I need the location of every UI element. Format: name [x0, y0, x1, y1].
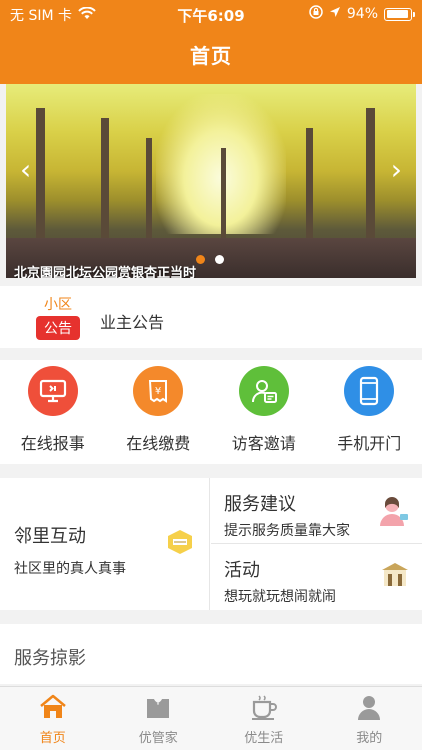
card-title: 活动: [224, 560, 260, 581]
feature-cards: 邻里互动 社区里的真人真事 服务建议 提示服务质量靠大家 活动 想玩就玩想闹就闹: [0, 478, 422, 610]
tab-home[interactable]: 首页: [0, 687, 106, 750]
quick-actions: 在线报事 ¥ 在线缴费 访客邀请 手机开门: [0, 360, 422, 464]
card-subtitle: 想玩就玩想闹就闹: [224, 589, 336, 605]
action-label: 手机开门: [337, 434, 402, 453]
action-phone-unlock[interactable]: 手机开门: [317, 360, 422, 464]
tree-trunk: [36, 108, 45, 258]
action-online-report[interactable]: 在线报事: [0, 360, 106, 464]
carousel-dot[interactable]: [196, 255, 205, 264]
tab-label: 优管家: [138, 731, 178, 746]
chat-bubble-icon: [164, 528, 196, 560]
phone-icon: [344, 366, 395, 416]
action-label: 访客邀请: [231, 434, 296, 453]
service-suggestion-card[interactable]: 服务建议 提示服务质量靠大家: [211, 478, 422, 544]
tab-label: 首页: [39, 731, 66, 746]
tree-trunk: [101, 118, 109, 258]
battery-percent: 94%: [346, 6, 378, 22]
notice-badge-top: 小区: [44, 297, 72, 313]
card-subtitle: 提示服务质量靠大家: [224, 523, 350, 539]
service-gallery-section: 服务掠影: [0, 624, 422, 684]
notice-row[interactable]: 小区 公告 业主公告: [0, 286, 422, 348]
notice-label: 业主公告: [100, 313, 165, 332]
tab-mine[interactable]: 我的: [317, 687, 422, 750]
neighbor-interaction-card[interactable]: 邻里互动 社区里的真人真事: [0, 478, 210, 610]
action-online-payment[interactable]: ¥ 在线缴费: [106, 360, 212, 464]
tab-label: 优生活: [244, 731, 284, 746]
status-bar: 无 SIM 卡 下午6:09 94%: [0, 0, 422, 28]
action-visitor-invite[interactable]: 访客邀请: [211, 360, 317, 464]
tree-trunk: [366, 108, 375, 258]
top-bar: 无 SIM 卡 下午6:09 94% 首页: [0, 0, 422, 84]
event-stage-icon: [380, 560, 410, 594]
banner-carousel[interactable]: ‹ › 北京園园北坛公园赏银杏正当时: [6, 84, 416, 278]
visitor-card-icon: [238, 366, 289, 416]
activity-card[interactable]: 活动 想玩就玩想闹就闹: [211, 544, 422, 610]
notice-badge-bottom: 公告: [36, 316, 80, 340]
section-title: 服务掠影: [14, 648, 86, 669]
tab-life[interactable]: 优生活: [211, 687, 317, 750]
chevron-left-icon[interactable]: ‹: [20, 156, 31, 184]
action-label: 在线报事: [20, 434, 85, 453]
bill-icon: ¥: [133, 366, 184, 416]
chevron-right-icon[interactable]: ›: [391, 156, 402, 184]
person-icon: [354, 696, 384, 725]
notice-badge: 小区 公告: [36, 294, 80, 340]
battery-icon: [384, 7, 415, 21]
tab-label: 我的: [356, 731, 383, 746]
tab-bar: 首页 优管家 优生活 我的: [0, 686, 422, 750]
coffee-cup-icon: [249, 695, 279, 725]
svg-text:¥: ¥: [155, 386, 161, 397]
action-label: 在线缴费: [126, 434, 191, 453]
carousel-dot[interactable]: [215, 255, 224, 264]
card-title: 邻里互动: [14, 526, 86, 547]
card-title: 服务建议: [224, 494, 296, 515]
carousel-dots: [196, 255, 224, 264]
monitor-icon: [27, 366, 78, 416]
butler-icon: [143, 699, 173, 725]
page-title: 首页: [190, 44, 232, 68]
banner-caption: 北京園园北坛公园赏银杏正当时: [14, 266, 197, 278]
location-arrow-icon: [329, 6, 341, 22]
tab-butler[interactable]: 优管家: [106, 687, 212, 750]
rotation-lock-icon: [309, 5, 323, 23]
service-agent-icon: [376, 494, 410, 532]
home-icon: [38, 694, 68, 725]
card-subtitle: 社区里的真人真事: [14, 561, 126, 577]
